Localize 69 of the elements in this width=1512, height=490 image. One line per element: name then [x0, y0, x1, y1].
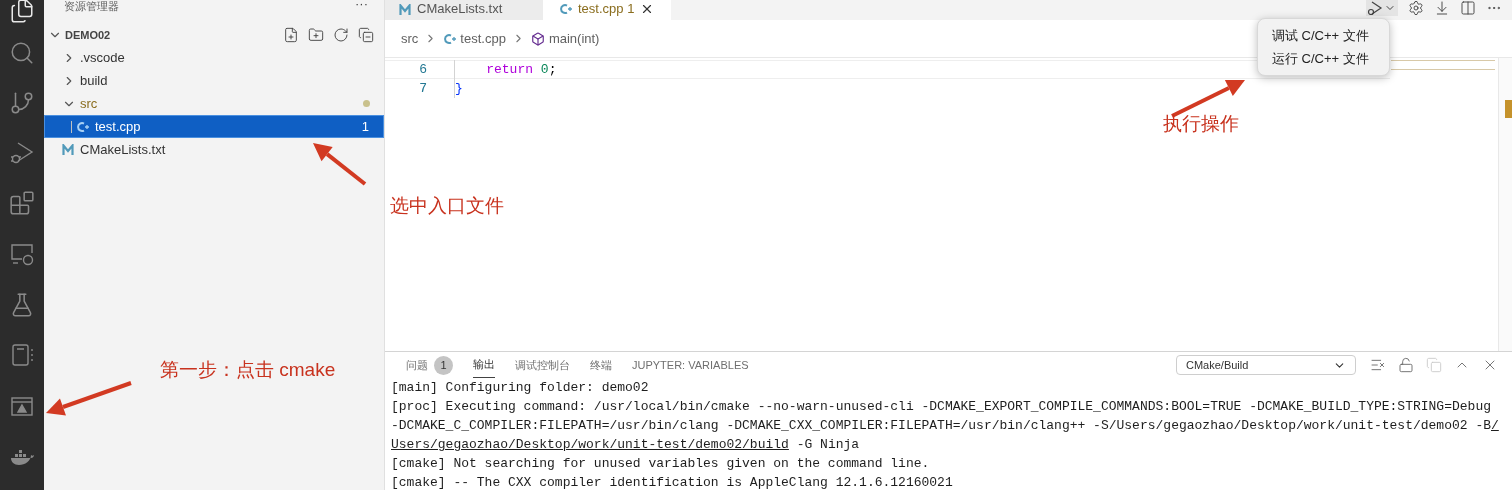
workspace-name: DEMO02 [65, 27, 112, 43]
panel-tab[interactable]: JUPYTER: VARIABLES [632, 352, 749, 378]
code-text: } [455, 79, 463, 98]
unlock-icon[interactable] [1398, 357, 1414, 373]
tree-item[interactable]: test.cpp 1 [44, 115, 384, 138]
cpp-file-icon [559, 3, 572, 15]
output-line: -DCMAKE_C_COMPILER:FILEPATH=/usr/bin/clang -DCMAKE_CXX_COMPILER:FILEPATH=/usr/bin/clang++ -S/Users/gegaozhao/Desktop/work/unit-test/demo02 -B/ [391, 417, 1500, 435]
annotation-text: 选中入口文件 [390, 194, 504, 218]
editor-tab[interactable]: CMakeLists.txt [385, 0, 543, 20]
annotation-arrow [313, 143, 367, 186]
count-badge: 1 [434, 355, 453, 375]
problem-count: 1 [361, 117, 369, 136]
tree-item-label: build [80, 71, 109, 90]
tree-item-label: CMakeLists.txt [80, 140, 167, 159]
output-line: [proc] Executing command: /usr/local/bin/cmake --no-warn-unused-cli -DCMAKE_EXPORT_COMPILE_COMMANDS:BOOL=TRUE -DCMAKE_BUILD_TYPE:STRING=Debug [391, 398, 1492, 416]
tree-item[interactable]: build [44, 69, 384, 92]
notebook-icon[interactable] [9, 342, 35, 368]
new-file-icon[interactable] [283, 27, 299, 43]
play-bug-icon [1366, 0, 1384, 16]
cpp-file-icon [443, 32, 457, 45]
panel-tab[interactable]: 输出 [473, 352, 495, 378]
explorer-title: 资源管理器 [64, 0, 119, 14]
files-icon[interactable] [9, 0, 35, 24]
play-bug-icon[interactable] [9, 140, 35, 166]
annotation-text: 执行操作 [1163, 112, 1239, 136]
settings-icon[interactable] [1408, 0, 1424, 16]
channel-select[interactable]: CMake/Build [1176, 355, 1356, 375]
run-debug-button[interactable] [1366, 0, 1398, 16]
tree-item[interactable]: CMakeLists.txt [44, 138, 384, 161]
remote-monitor-icon[interactable] [9, 241, 35, 267]
split-editor-icon[interactable] [1460, 0, 1476, 16]
panel-tab[interactable]: 调试控制台 [515, 352, 570, 378]
overview-ruler-mark [1505, 100, 1512, 118]
more-button[interactable]: ··· [355, 0, 368, 10]
cpp-file-icon [76, 120, 89, 133]
blocks-icon[interactable] [9, 190, 35, 216]
collapse-icon[interactable] [358, 27, 374, 43]
m-file-icon [62, 144, 74, 155]
editor-tab[interactable]: test.cpp 1 [543, 0, 671, 20]
m-file-icon [399, 3, 411, 15]
panel-tab[interactable]: 问题 1 [406, 352, 453, 378]
output-line: [cmake] -- The CXX compiler identification is AppleClang 12.1.6.12160021 [391, 474, 954, 490]
output-line: [cmake] Not searching for unused variables given on the command line. [391, 455, 931, 473]
path-link[interactable]: / [1491, 418, 1499, 433]
download-icon[interactable] [1434, 0, 1450, 16]
clear-output-icon[interactable] [1370, 357, 1386, 373]
breadcrumb-item[interactable]: test.cpp [443, 28, 506, 49]
code-text: return 0; [485, 60, 557, 79]
tree-item-label: test.cpp [95, 117, 142, 136]
tree-item-label: .vscode [80, 48, 126, 67]
refresh-icon[interactable] [333, 27, 349, 43]
tree-item[interactable]: src [44, 92, 384, 115]
line-number: 6 [418, 60, 427, 79]
workspace-header[interactable]: DEMO02 [44, 24, 384, 46]
menu-item[interactable]: 调试 C/C++ 文件 [1258, 24, 1389, 47]
breadcrumb-item[interactable]: main(int) [530, 28, 600, 49]
new-folder-icon[interactable] [308, 27, 324, 43]
line-number: 7 [418, 79, 427, 98]
panel-tab[interactable]: 终端 [590, 352, 612, 378]
tree-item-label: src [80, 94, 99, 113]
tree-item[interactable]: .vscode [44, 46, 384, 69]
breadcrumb-item[interactable]: src [401, 28, 419, 49]
output-line: Users/gegaozhao/Desktop/work/unit-test/demo02/build -G Ninja [391, 436, 861, 454]
path-link[interactable]: Users/gegaozhao/Desktop/work/unit-test/demo02/build [391, 437, 789, 452]
cube-icon [530, 31, 545, 46]
annotation-text: 第一步：点击 cmake [160, 358, 336, 382]
branch-icon[interactable] [9, 90, 35, 116]
output-line: [main] Configuring folder: demo02 [391, 379, 650, 397]
search-icon[interactable] [9, 40, 35, 66]
